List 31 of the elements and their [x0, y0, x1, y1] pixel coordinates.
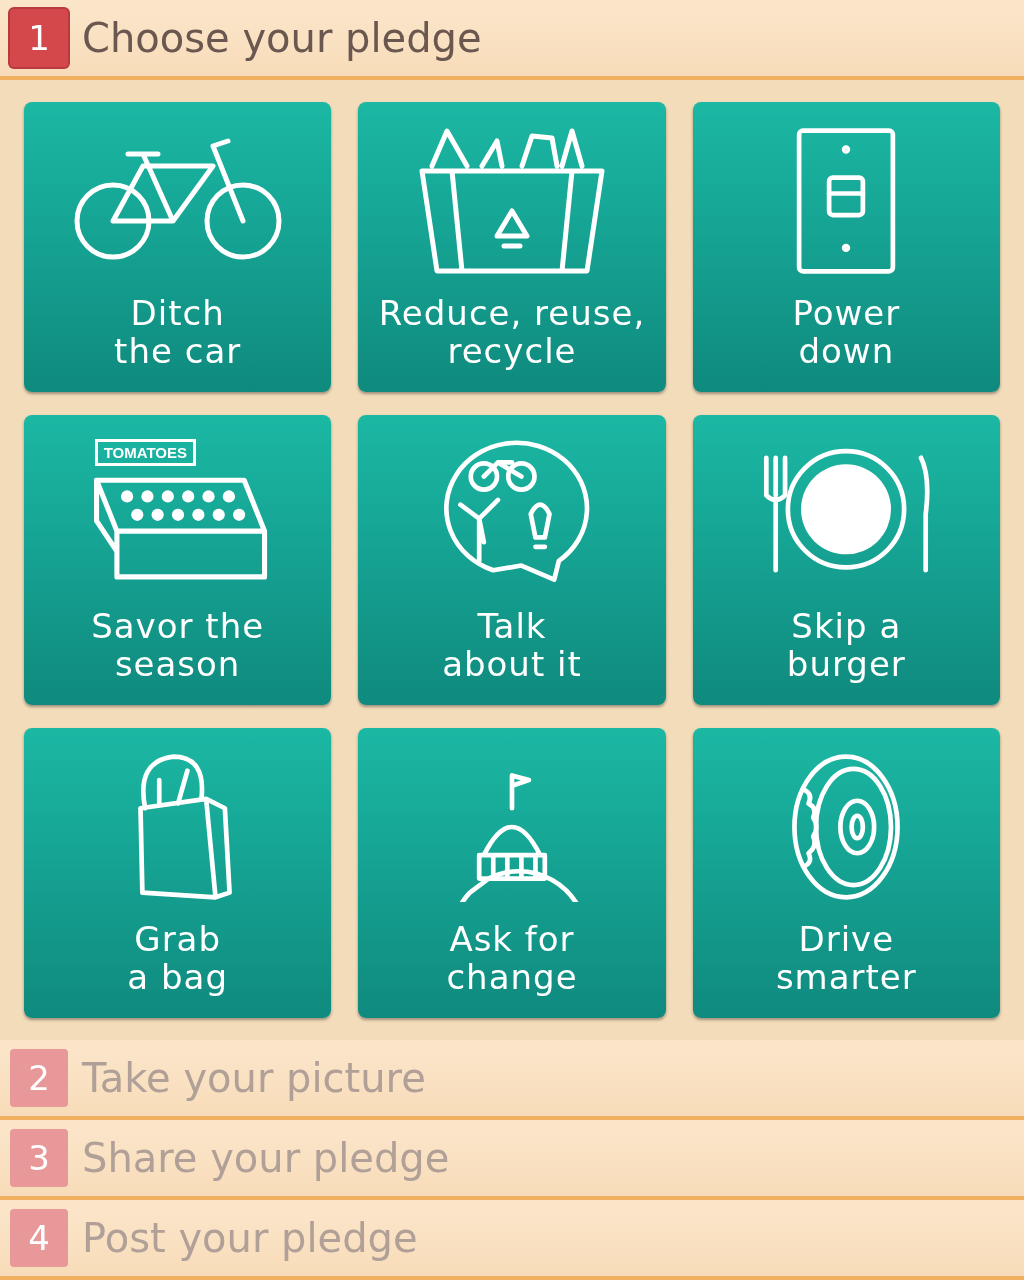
step-number: 2 [10, 1049, 68, 1107]
tile-label: Ask for change [446, 920, 578, 996]
tile-label: Ditch the car [114, 294, 242, 370]
pledge-tile[interactable]: Grab a bag [24, 728, 332, 1018]
tile-label: Savor the season [91, 607, 265, 683]
pledge-tile[interactable]: Talk about it [358, 415, 666, 705]
produce-sign: TOMATOES [94, 439, 196, 466]
pledge-tile[interactable]: Drive smarter [692, 728, 1000, 1018]
tile-label: Power down [792, 294, 901, 370]
step-header[interactable]: 3 Share your pledge [0, 1120, 1024, 1200]
tile-label: Skip a burger [786, 607, 906, 683]
pledge-tile[interactable]: Power down [692, 102, 1000, 392]
tile-label: Grab a bag [127, 920, 228, 996]
step-title: Take your picture [82, 1055, 426, 1101]
step-number: 4 [10, 1209, 68, 1267]
pledge-tile[interactable]: Ask for change [358, 728, 666, 1018]
pledge-tile[interactable]: Ditch the car [24, 102, 332, 392]
step-title: Post your pledge [82, 1215, 418, 1261]
step-header[interactable]: 1 Choose your pledge [0, 0, 1024, 80]
pledge-tile[interactable]: Skip a burger [692, 415, 1000, 705]
step-title: Choose your pledge [82, 15, 482, 61]
tile-label: Reduce, reuse, recycle [378, 294, 646, 370]
pledge-tile[interactable]: Reduce, reuse, recycle [358, 102, 666, 392]
step-header[interactable]: 2 Take your picture [0, 1040, 1024, 1120]
pledge-tile[interactable]: TOMATOES Savor the season [24, 415, 332, 705]
step-number: 1 [10, 9, 68, 67]
step-header[interactable]: 4 Post your pledge [0, 1200, 1024, 1280]
step-number: 3 [10, 1129, 68, 1187]
tile-label: Drive smarter [775, 920, 917, 996]
tile-label: Talk about it [442, 607, 582, 683]
step-title: Share your pledge [82, 1135, 450, 1181]
